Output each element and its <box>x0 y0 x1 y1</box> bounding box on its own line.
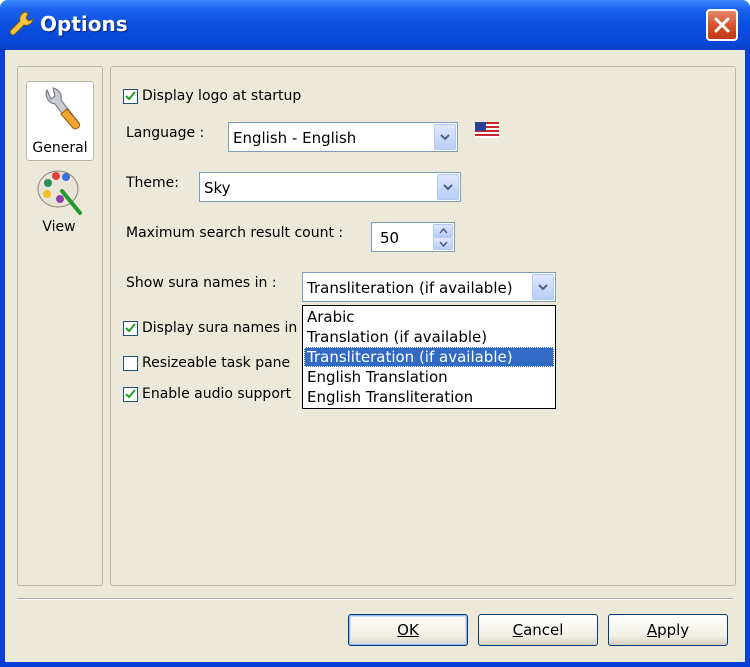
chevron-down-icon[interactable] <box>434 124 456 150</box>
footer-divider <box>17 598 733 600</box>
display-logo-label: Display logo at startup <box>142 88 302 104</box>
dropdown-option[interactable]: Translation (if available) <box>304 327 554 347</box>
theme-value: Sky <box>204 179 231 197</box>
sura-names-value: Transliteration (if available) <box>307 279 513 297</box>
resizeable-task-pane-label: Resizeable task pane <box>142 355 291 371</box>
nav-item-view[interactable]: View <box>26 163 94 243</box>
dropdown-option[interactable]: English Transliteration <box>304 387 554 407</box>
display-logo-checkbox[interactable] <box>123 89 138 104</box>
dropdown-option-selected[interactable]: Transliteration (if available) <box>304 347 554 367</box>
dropdown-option[interactable]: Arabic <box>304 307 554 327</box>
options-window: Options General View Display logo at sta… <box>0 0 750 667</box>
theme-label: Theme: <box>126 175 180 191</box>
ok-button-label: OK <box>397 621 419 639</box>
chevron-up-icon <box>439 228 448 234</box>
display-sura-names-checkbox[interactable] <box>123 321 138 336</box>
enable-audio-checkbox[interactable] <box>123 387 138 402</box>
close-button[interactable] <box>706 9 738 41</box>
ok-button[interactable]: OK <box>348 614 468 646</box>
dropdown-option[interactable]: English Translation <box>304 367 554 387</box>
checkmark-icon <box>125 323 136 333</box>
language-value: English - English <box>233 129 357 147</box>
us-flag-icon <box>475 122 499 138</box>
max-results-label: Maximum search result count : <box>126 225 344 241</box>
nav-item-label: General <box>32 140 88 156</box>
apply-button-label: Apply <box>646 621 690 639</box>
resizeable-task-pane-checkbox[interactable] <box>123 356 138 371</box>
nav-item-label: View <box>42 219 76 235</box>
window-title: Options <box>40 12 128 36</box>
cancel-button[interactable]: Cancel <box>478 614 598 646</box>
checkmark-icon <box>125 389 136 399</box>
sura-names-label: Show sura names in : <box>126 275 277 291</box>
cancel-button-label: Cancel <box>512 621 564 639</box>
sura-names-select[interactable]: Transliteration (if available) <box>302 272 556 302</box>
category-list: General View <box>17 66 103 586</box>
nav-item-general[interactable]: General <box>26 81 94 161</box>
enable-audio-label: Enable audio support <box>142 386 292 402</box>
max-results-stepper[interactable]: 50 <box>371 222 455 252</box>
palette-icon <box>37 170 82 215</box>
wrench-icon <box>45 87 80 130</box>
checkmark-icon <box>125 91 136 101</box>
display-sura-names-label: Display sura names in <box>142 320 298 336</box>
theme-select[interactable]: Sky <box>199 172 461 202</box>
max-results-value: 50 <box>380 229 400 247</box>
sura-names-dropdown-list[interactable]: Arabic Translation (if available) Transl… <box>302 305 556 409</box>
chevron-down-icon[interactable] <box>532 274 554 300</box>
language-select[interactable]: English - English <box>228 122 458 152</box>
wrench-icon <box>9 11 34 36</box>
apply-button[interactable]: Apply <box>608 614 728 646</box>
chevron-down-icon[interactable] <box>437 174 459 200</box>
close-icon <box>714 17 730 33</box>
spin-up-button[interactable] <box>433 224 453 237</box>
language-label: Language : <box>126 125 205 141</box>
chevron-down-icon <box>439 241 448 247</box>
spin-down-button[interactable] <box>433 237 453 250</box>
title-bar[interactable]: Options <box>0 0 750 50</box>
